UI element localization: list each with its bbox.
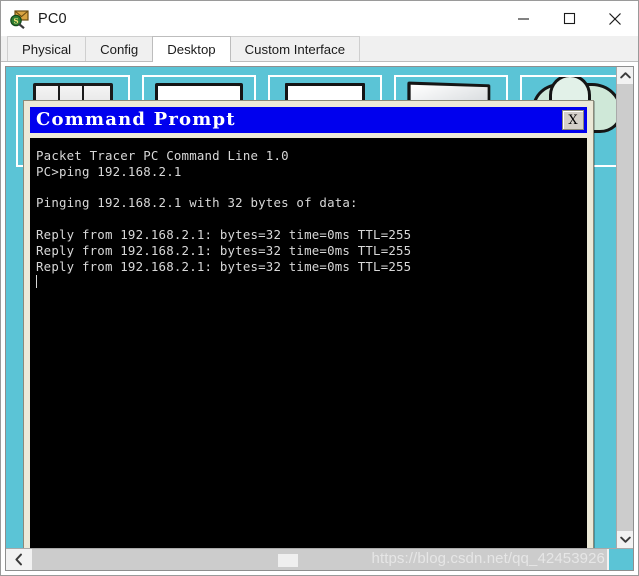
terminal-line: Packet Tracer PC Command Line 1.0 [36, 148, 289, 163]
minimize-icon [517, 18, 529, 20]
horizontal-scroll-thumb[interactable] [278, 554, 298, 567]
page-title: PC0 [38, 10, 67, 27]
tab-desktop[interactable]: Desktop [152, 36, 231, 62]
tab-config[interactable]: Config [85, 36, 154, 61]
pc0-device-window: S PC0 Physical Config Desktop Custom Int… [0, 0, 639, 576]
tab-physical[interactable]: Physical [7, 36, 87, 61]
terminal-output-area[interactable]: Packet Tracer PC Command Line 1.0 PC>ping… [30, 138, 587, 548]
terminal-caret [36, 275, 37, 289]
terminal-lines: Packet Tracer PC Command Line 1.0 PC>ping… [36, 148, 587, 290]
maximize-button[interactable] [546, 1, 592, 36]
scroll-left-button[interactable] [6, 549, 32, 570]
close-button[interactable] [592, 1, 638, 36]
desktop-body: Command Prompt X Packet Tracer PC Comman… [6, 67, 633, 548]
command-prompt-title: Command Prompt [36, 109, 236, 130]
command-prompt-window: Command Prompt X Packet Tracer PC Comman… [23, 100, 594, 548]
desktop-panel: Command Prompt X Packet Tracer PC Comman… [1, 62, 638, 575]
terminal-line: Pinging 192.168.2.1 with 32 bytes of dat… [36, 195, 358, 211]
chevron-left-icon [15, 553, 22, 566]
horizontal-scroll-track[interactable]: https://blog.csdn.net/qq_42453926 [32, 549, 607, 570]
svg-text:S: S [13, 16, 18, 25]
command-prompt-close-button[interactable]: X [562, 110, 584, 130]
command-prompt-titlebar[interactable]: Command Prompt X [30, 107, 587, 133]
terminal-line: Reply from 192.168.2.1: bytes=32 time=0m… [36, 258, 412, 274]
desktop-inner-frame: Command Prompt X Packet Tracer PC Comman… [5, 66, 634, 571]
minimize-button[interactable] [500, 1, 546, 36]
maximize-icon [563, 12, 575, 25]
device-tabs: Physical Config Desktop Custom Interface [1, 36, 638, 62]
close-icon [609, 12, 621, 25]
vertical-scroll-track[interactable] [617, 84, 633, 531]
desktop-horizontal-scrollbar[interactable]: https://blog.csdn.net/qq_42453926 [6, 548, 633, 570]
desktop-vertical-scrollbar[interactable] [616, 67, 633, 548]
terminal-line: PC>ping 192.168.2.1 [36, 163, 182, 179]
terminal-line: Reply from 192.168.2.1: bytes=32 time=0m… [36, 242, 412, 258]
packet-tracer-device-icon: S [9, 9, 31, 29]
watermark-text: https://blog.csdn.net/qq_42453926 [371, 550, 605, 567]
window-titlebar: S PC0 [1, 1, 638, 36]
tab-custom-interface[interactable]: Custom Interface [229, 36, 361, 61]
terminal-caret-line [36, 274, 587, 290]
window-controls [500, 1, 638, 36]
desktop-canvas[interactable]: Command Prompt X Packet Tracer PC Comman… [6, 67, 616, 548]
terminal-line: Reply from 192.168.2.1: bytes=32 time=0m… [36, 226, 412, 242]
chevron-up-icon [619, 72, 631, 79]
scroll-down-button[interactable] [617, 531, 633, 548]
scroll-up-button[interactable] [617, 67, 633, 84]
scrollbar-corner-badge [609, 549, 633, 570]
chevron-down-icon [619, 536, 631, 543]
